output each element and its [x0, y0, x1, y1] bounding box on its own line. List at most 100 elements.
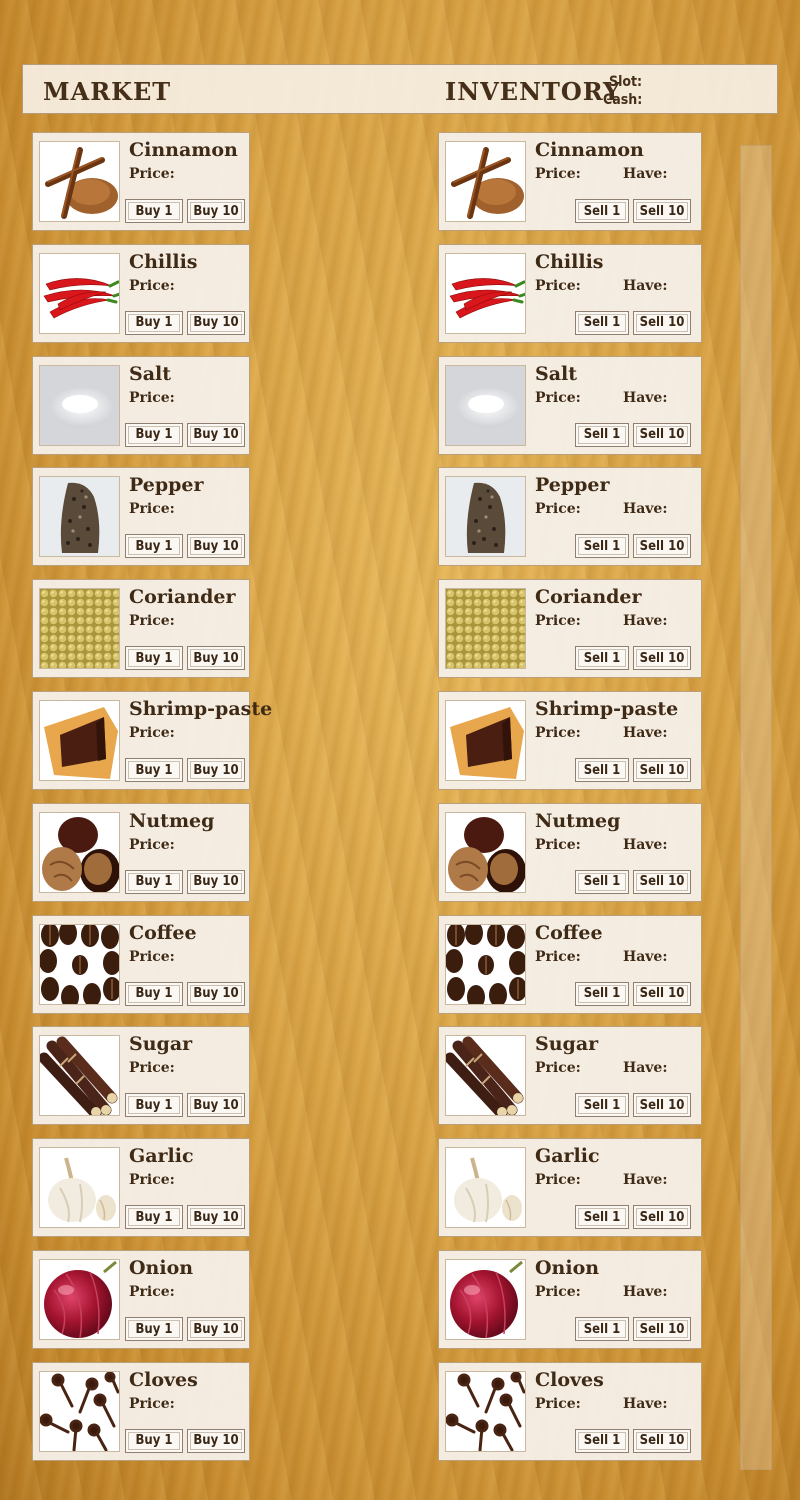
price-label: Price:	[129, 725, 175, 741]
have-label: Have:	[623, 166, 668, 182]
sell-1-button[interactable]: Sell 1	[575, 422, 629, 447]
sell-1-button[interactable]: Sell 1	[575, 1317, 629, 1341]
have-label: Have:	[623, 836, 668, 853]
buy-1-button[interactable]: Buy 1	[125, 534, 183, 559]
item-name: Garlic	[535, 1145, 600, 1168]
market-thumb	[39, 588, 120, 670]
buy-10-button[interactable]: Buy 10	[187, 646, 245, 671]
inventory-card-cinnamon: Cinnamon Price: Have: Sell 1 Sell 10	[438, 132, 702, 231]
buy-1-button[interactable]: Buy 1	[125, 1093, 183, 1118]
buy-10-button[interactable]: Buy 10	[187, 981, 245, 1006]
sugarcane-icon	[40, 1036, 119, 1116]
item-name: Sugar	[535, 1033, 599, 1056]
have-label: Have:	[623, 277, 668, 294]
price-label: Price:	[535, 836, 581, 853]
sell-10-button[interactable]: Sell 10	[633, 1317, 691, 1341]
inventory-card-onion: Onion Price: Have: Sell 1 Sell 10	[438, 1250, 702, 1349]
item-name: Shrimp-paste	[535, 698, 679, 720]
inventory-card-chillis: Chillis Price: Have: Sell 1 Sell 10	[438, 243, 702, 343]
buy-1-button[interactable]: Buy 1	[125, 758, 183, 782]
onion-icon	[446, 1260, 525, 1339]
buy-10-button[interactable]: Buy 10	[187, 422, 245, 447]
price-label: Price:	[535, 948, 581, 965]
have-label: Have:	[623, 613, 668, 630]
inventory-card-coriander: Coriander Price: Have: Sell 1 Sell 10	[438, 579, 702, 679]
inventory-thumb	[445, 1259, 526, 1340]
sell-10-button[interactable]: Sell 10	[633, 310, 691, 335]
buy-10-button[interactable]: Buy 10	[187, 758, 245, 782]
sell-1-button[interactable]: Sell 1	[575, 310, 629, 335]
buy-10-button[interactable]: Buy 10	[187, 1428, 245, 1453]
price-label: Price:	[129, 948, 175, 965]
buy-10-button[interactable]: Buy 10	[187, 534, 245, 559]
sell-10-button[interactable]: Sell 10	[633, 1428, 691, 1453]
nutmeg-icon	[446, 812, 525, 892]
buy-10-button[interactable]: Buy 10	[187, 310, 245, 335]
sell-10-button[interactable]: Sell 10	[633, 1205, 691, 1230]
cloves-icon	[40, 1371, 119, 1451]
buy-1-button[interactable]: Buy 1	[125, 422, 183, 447]
inventory-scrollbar[interactable]	[740, 145, 772, 1470]
price-label: Price:	[129, 1172, 175, 1189]
chilli-icon	[40, 253, 119, 333]
sell-10-button[interactable]: Sell 10	[633, 981, 691, 1006]
item-name: Sugar	[129, 1033, 193, 1056]
sell-10-button[interactable]: Sell 10	[633, 646, 691, 671]
buy-10-button[interactable]: Buy 10	[187, 199, 245, 223]
sell-10-button[interactable]: Sell 10	[633, 869, 691, 894]
nutmeg-icon	[40, 812, 119, 892]
market-card-garlic: Garlic Price: Buy 1 Buy 10	[32, 1138, 250, 1238]
inventory-thumb	[445, 1035, 526, 1117]
inventory-card-cloves: Cloves Price: Have: Sell 1 Sell 10	[438, 1361, 702, 1461]
inventory-card-sugar: Sugar Price: Have: Sell 1 Sell 10	[438, 1026, 702, 1126]
buy-1-button[interactable]: Buy 1	[125, 981, 183, 1006]
sell-1-button[interactable]: Sell 1	[575, 869, 629, 894]
price-label: Price:	[129, 501, 175, 518]
item-name: Cinnamon	[129, 139, 238, 161]
buy-10-button[interactable]: Buy 10	[187, 1317, 245, 1341]
price-label: Price:	[535, 1060, 581, 1077]
inventory-thumb	[445, 364, 526, 446]
inventory-thumb	[445, 1370, 526, 1452]
buy-10-button[interactable]: Buy 10	[187, 869, 245, 894]
sell-1-button[interactable]: Sell 1	[575, 646, 629, 671]
inventory-thumb	[445, 923, 526, 1005]
pepper-icon	[40, 477, 119, 557]
buy-1-button[interactable]: Buy 1	[125, 310, 183, 335]
buy-1-button[interactable]: Buy 1	[125, 646, 183, 671]
salt-icon	[40, 365, 119, 445]
coriander-icon	[446, 589, 525, 669]
inventory-card-pepper: Pepper Price: Have: Sell 1 Sell 10	[438, 467, 702, 567]
sell-10-button[interactable]: Sell 10	[633, 199, 691, 223]
buy-1-button[interactable]: Buy 1	[125, 199, 183, 223]
item-name: Pepper	[129, 474, 204, 497]
market-thumb	[39, 811, 120, 893]
buy-1-button[interactable]: Buy 1	[125, 1205, 183, 1230]
price-label: Price:	[535, 725, 581, 741]
sell-1-button[interactable]: Sell 1	[575, 534, 629, 559]
item-name: Coriander	[129, 586, 236, 609]
price-label: Price:	[129, 1060, 175, 1077]
have-label: Have:	[623, 1284, 668, 1300]
price-label: Price:	[129, 1284, 175, 1300]
buy-10-button[interactable]: Buy 10	[187, 1093, 245, 1118]
have-label: Have:	[623, 725, 668, 741]
sell-10-button[interactable]: Sell 10	[633, 422, 691, 447]
sell-1-button[interactable]: Sell 1	[575, 1093, 629, 1118]
sell-1-button[interactable]: Sell 1	[575, 981, 629, 1006]
buy-1-button[interactable]: Buy 1	[125, 1428, 183, 1453]
buy-1-button[interactable]: Buy 1	[125, 869, 183, 894]
price-label: Price:	[129, 1395, 175, 1412]
sell-10-button[interactable]: Sell 10	[633, 534, 691, 559]
sell-1-button[interactable]: Sell 1	[575, 199, 629, 223]
sell-10-button[interactable]: Sell 10	[633, 1093, 691, 1118]
sell-1-button[interactable]: Sell 1	[575, 1205, 629, 1230]
sell-1-button[interactable]: Sell 1	[575, 1428, 629, 1453]
inventory-card-garlic: Garlic Price: Have: Sell 1 Sell 10	[438, 1138, 702, 1238]
sell-10-button[interactable]: Sell 10	[633, 758, 691, 782]
pepper-icon	[446, 477, 525, 557]
buy-10-button[interactable]: Buy 10	[187, 1205, 245, 1230]
cash-label: Cash:	[603, 92, 643, 108]
buy-1-button[interactable]: Buy 1	[125, 1317, 183, 1341]
sell-1-button[interactable]: Sell 1	[575, 758, 629, 782]
